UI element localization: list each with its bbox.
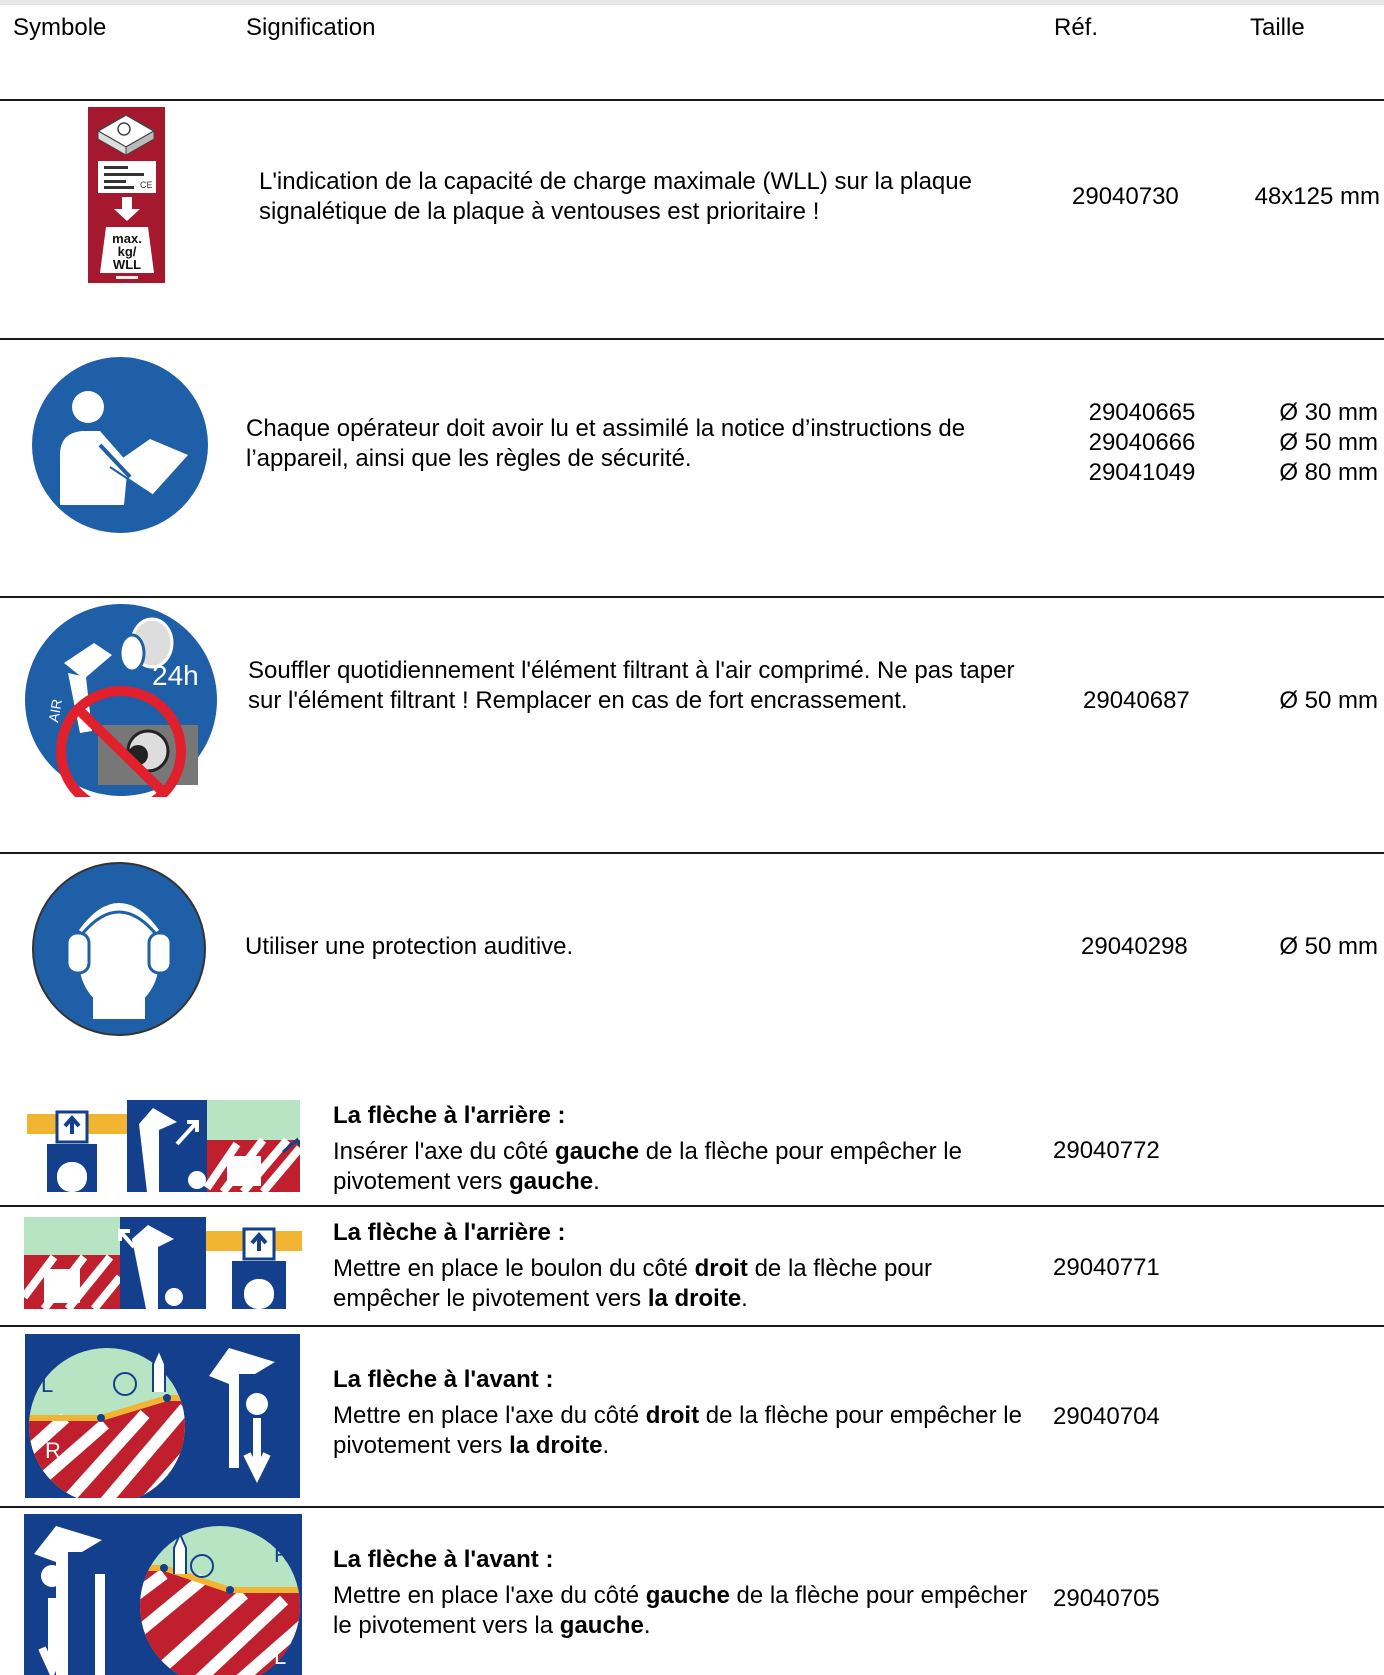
svg-text:24h: 24h <box>152 660 199 691</box>
row-description: La flèche à l'avant : Mettre en place l'… <box>333 1365 1043 1461</box>
boom-front-right-pin-label: L R <box>25 1334 300 1498</box>
row-size: Ø 80 mm <box>1279 459 1378 486</box>
row-ref: 29040772 <box>1053 1137 1160 1164</box>
boom-rear-left-pin-label <box>27 1100 300 1192</box>
header-ref: Réf. <box>1054 14 1099 41</box>
row-ref: 29040705 <box>1053 1585 1160 1612</box>
hearing-protection-icon <box>32 862 206 1036</box>
row-title: La flèche à l'avant : <box>333 1546 554 1573</box>
row-divider <box>0 99 1384 101</box>
row-title: La flèche à l'avant : <box>333 1366 554 1393</box>
row-description: Utiliser une protection auditive. <box>245 933 574 960</box>
row-ref: 29041049 <box>1088 459 1196 486</box>
row-ref-list: 29040665 29040666 29041049 <box>1072 398 1212 488</box>
row-ref: 29040771 <box>1053 1254 1160 1281</box>
boom-rear-right-pin-label <box>24 1217 302 1309</box>
row-ref: 29040665 <box>1088 399 1196 426</box>
header-symbol: Symbole <box>13 14 107 41</box>
top-bar <box>0 0 1384 5</box>
row-description: La flèche à l'arrière : Insérer l'axe du… <box>333 1101 1043 1197</box>
row-size: 48x125 mm <box>1254 183 1380 210</box>
row-ref: 29040687 <box>1083 687 1190 714</box>
row-size: Ø 30 mm <box>1279 399 1378 426</box>
svg-text:WLL: WLL <box>113 257 141 272</box>
row-ref: 29040298 <box>1081 933 1188 960</box>
row-divider <box>0 1325 1384 1327</box>
header-meaning: Signification <box>246 14 376 41</box>
row-size: Ø 50 mm <box>1279 687 1378 714</box>
blow-filter-daily-icon: AIR 24h <box>25 604 217 797</box>
row-divider <box>0 1205 1384 1207</box>
row-description: La flèche à l'arrière : Mettre en place … <box>333 1218 1043 1314</box>
row-size: Ø 50 mm <box>1279 933 1378 960</box>
read-manual-icon <box>32 357 208 533</box>
max-load-plate-label-icon: CE max. kg/ WLL <box>88 107 165 283</box>
svg-text:R: R <box>274 1542 290 1567</box>
row-ref: 29040730 <box>1072 183 1179 210</box>
svg-text:CE: CE <box>140 180 153 190</box>
header-size: Taille <box>1250 14 1305 41</box>
row-title: La flèche à l'arrière : <box>333 1219 566 1246</box>
row-description: Souffler quotidiennement l'élément filtr… <box>248 657 1015 714</box>
row-divider <box>0 338 1384 340</box>
row-ref: 29040704 <box>1053 1403 1160 1430</box>
svg-text:R: R <box>45 1438 61 1463</box>
row-divider <box>0 596 1384 598</box>
row-divider <box>0 1506 1384 1508</box>
row-description: L'indication de la capacité de charge ma… <box>259 168 972 225</box>
boom-front-left-pin-label: R L <box>24 1514 302 1675</box>
row-description: La flèche à l'avant : Mettre en place l'… <box>333 1545 1043 1641</box>
row-size-list: Ø 30 mm Ø 50 mm Ø 80 mm <box>1240 398 1378 488</box>
row-title: La flèche à l'arrière : <box>333 1102 566 1129</box>
row-ref: 29040666 <box>1088 429 1196 456</box>
row-description: Chaque opérateur doit avoir lu et assimi… <box>246 415 966 472</box>
row-divider <box>0 852 1384 854</box>
svg-text:L: L <box>41 1372 53 1397</box>
svg-text:L: L <box>274 1644 286 1669</box>
row-size: Ø 50 mm <box>1279 429 1378 456</box>
